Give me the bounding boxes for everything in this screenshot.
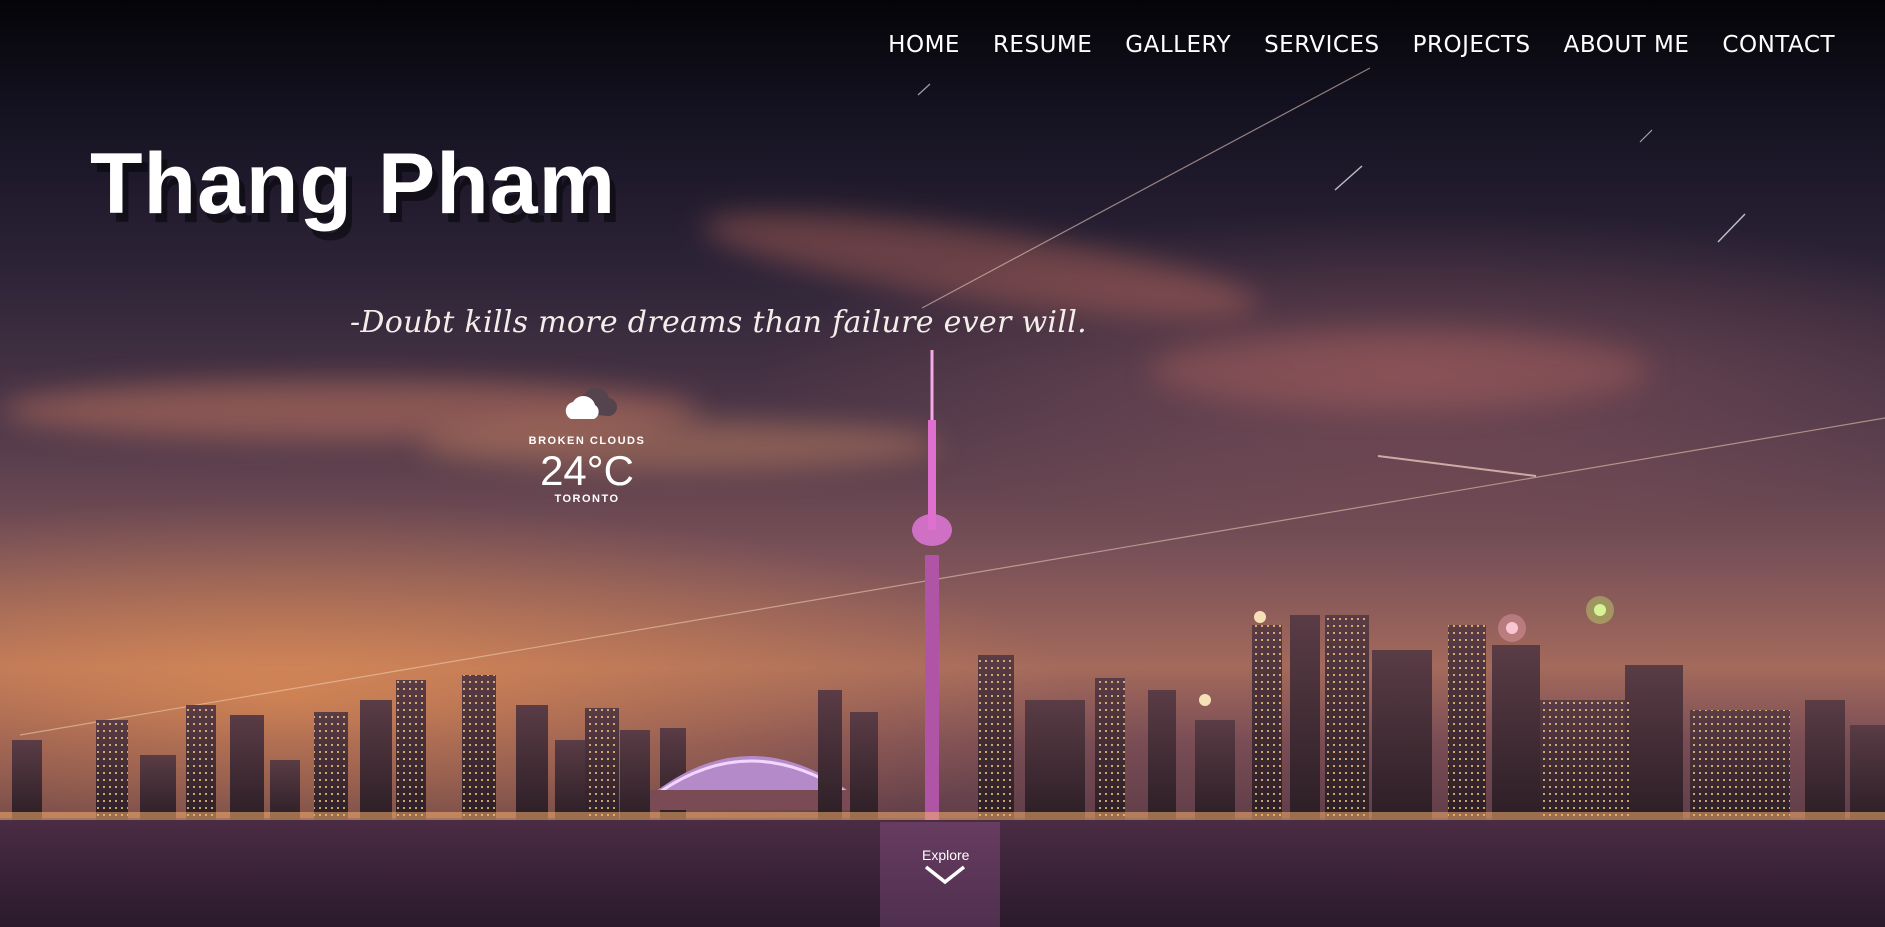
main-nav: HOME RESUME GALLERY SERVICES PROJECTS AB… xyxy=(888,32,1835,58)
nav-contact[interactable]: CONTACT xyxy=(1722,32,1835,58)
nav-home[interactable]: HOME xyxy=(888,32,960,58)
nav-gallery[interactable]: GALLERY xyxy=(1125,32,1231,58)
weather-widget: BROKEN CLOUDS 24°C TORONTO xyxy=(520,385,654,505)
hero-quote: -Doubt kills more dreams than failure ev… xyxy=(350,305,1087,340)
explore-label: Explore xyxy=(922,847,970,863)
nav-services[interactable]: SERVICES xyxy=(1264,32,1380,58)
cloud-icon xyxy=(565,387,617,419)
weather-city: TORONTO xyxy=(554,493,620,505)
hero-name: Thang Pham xyxy=(90,136,617,232)
nav-about-me[interactable]: ABOUT ME xyxy=(1564,32,1690,58)
nav-projects[interactable]: PROJECTS xyxy=(1413,32,1531,58)
chevron-down-icon xyxy=(924,865,966,885)
weather-condition: BROKEN CLOUDS xyxy=(528,435,646,447)
weather-temperature: 24°C xyxy=(540,447,634,494)
explore-button[interactable]: Explore xyxy=(922,847,970,890)
nav-resume[interactable]: RESUME xyxy=(993,32,1092,58)
